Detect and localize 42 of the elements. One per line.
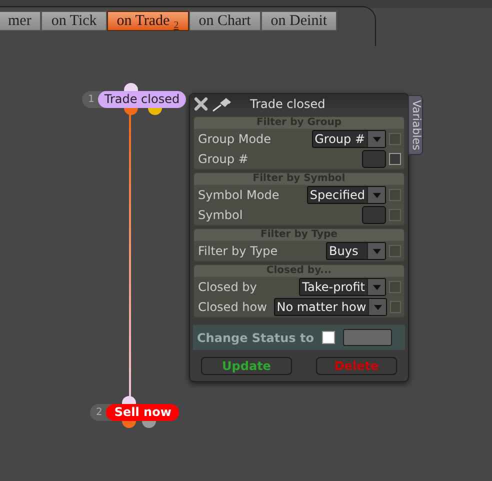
field-label: Group # — [197, 151, 250, 168]
input-port-icon[interactable] — [122, 396, 136, 404]
checkbox[interactable] — [322, 331, 335, 344]
dropdown[interactable]: Take-profit — [299, 278, 386, 296]
tab[interactable]: on Chart — [188, 11, 261, 31]
dropdown[interactable]: Specified — [306, 186, 386, 204]
caret-icon — [372, 136, 380, 142]
field-label: Symbol Mode — [197, 187, 280, 204]
update-button[interactable]: Update — [201, 357, 292, 375]
pin-icon[interactable] — [212, 96, 234, 112]
output-port-icon[interactable] — [148, 108, 162, 115]
field-label: Symbol — [197, 207, 244, 224]
caret-icon — [374, 304, 382, 310]
dropdown[interactable]: Buys — [326, 242, 386, 260]
tab[interactable]: on Deinit — [260, 11, 338, 31]
caret-icon — [372, 192, 380, 198]
tab[interactable]: mer — [0, 11, 42, 31]
dropdown[interactable]: No matter how — [274, 298, 388, 316]
dropdown[interactable]: Group # — [312, 130, 386, 148]
node-label[interactable]: Trade closed — [98, 91, 186, 108]
tab-count: 2 — [174, 21, 179, 31]
output-port-icon[interactable] — [122, 421, 136, 428]
side-tab[interactable]: Variables — [408, 95, 423, 155]
field-label: Closed how — [197, 299, 268, 316]
tab[interactable]: on Trade 2 — [106, 11, 189, 31]
input-field[interactable] — [362, 206, 386, 224]
checkbox[interactable] — [389, 153, 401, 165]
panel-title: Trade closed — [250, 96, 326, 112]
field-label: Closed by — [197, 279, 258, 296]
tab[interactable]: on Tick — [41, 11, 107, 31]
output-port-icon[interactable] — [142, 421, 156, 428]
status-field[interactable] — [342, 329, 392, 346]
node-label[interactable]: Sell now — [106, 404, 180, 421]
field-label: Group Mode — [197, 131, 272, 148]
input-field[interactable] — [362, 150, 386, 168]
close-icon[interactable] — [194, 96, 208, 110]
output-port-icon[interactable] — [124, 108, 138, 115]
status-label: Change Status to — [197, 330, 314, 346]
input-port-icon[interactable] — [124, 83, 138, 91]
field-label: Filter by Type — [197, 243, 279, 260]
caret-icon — [372, 284, 380, 290]
caret-icon — [372, 248, 380, 254]
